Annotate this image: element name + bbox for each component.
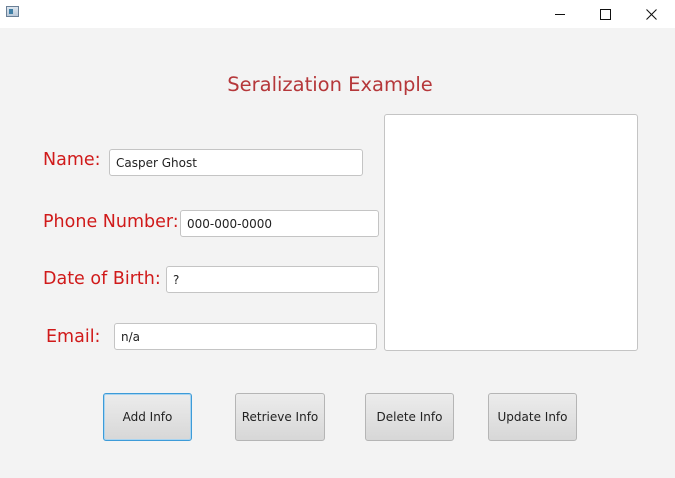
add-info-button[interactable]: Add Info [103,393,192,441]
date-of-birth-field[interactable] [166,266,379,293]
delete-info-button[interactable]: Delete Info [365,393,454,441]
output-text-area[interactable] [384,114,638,351]
close-button[interactable] [628,0,674,28]
java-window-icon [6,6,19,17]
minimize-button[interactable] [537,0,583,28]
page-title: Seralization Example [227,73,433,96]
maximize-icon [599,8,611,20]
close-icon [645,8,657,20]
name-label: Name: [43,150,101,170]
title-bar [0,0,675,28]
date-of-birth-label: Date of Birth: [43,269,161,289]
update-info-button[interactable]: Update Info [488,393,577,441]
phone-number-field[interactable] [180,210,379,237]
retrieve-info-button[interactable]: Retrieve Info [235,393,325,441]
minimize-icon [555,13,565,15]
email-label: Email: [46,327,101,347]
maximize-button[interactable] [582,0,628,28]
name-field[interactable] [109,149,363,176]
email-field[interactable] [114,323,377,350]
phone-number-label: Phone Number: [43,212,179,232]
